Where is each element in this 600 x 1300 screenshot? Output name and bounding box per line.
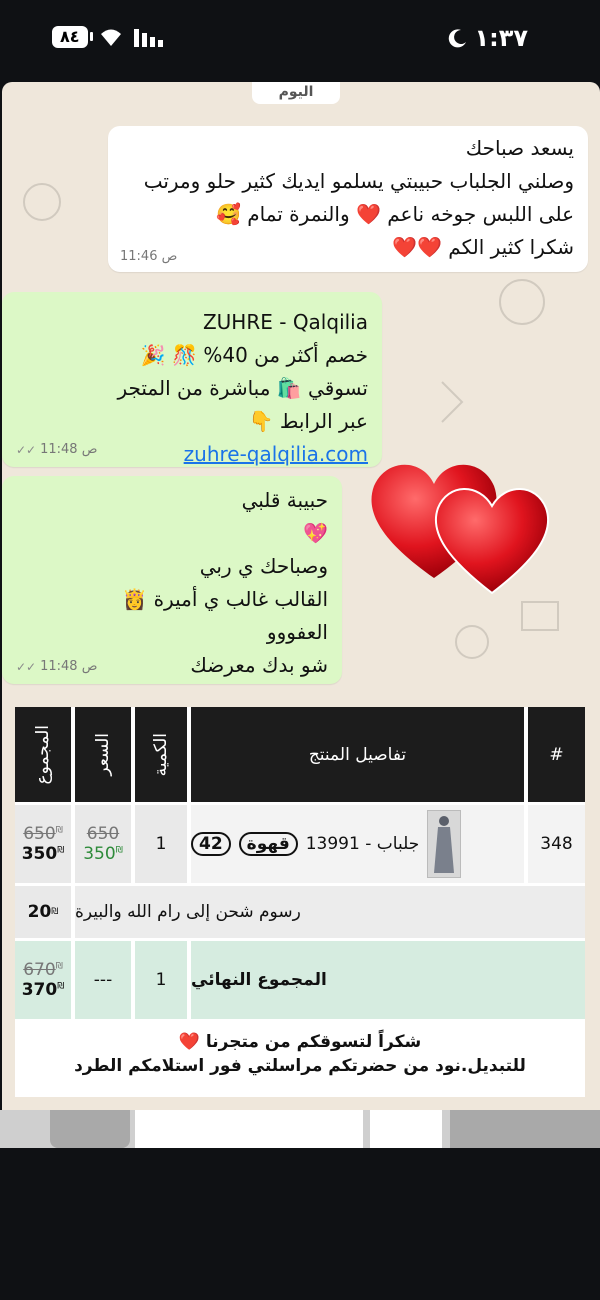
toolbar-button[interactable] [450, 1110, 600, 1148]
header-total: المجموع [15, 707, 71, 802]
message-line: حبيبة قلبي [241, 488, 328, 512]
message-meta: ✓✓ 11:48 ص [16, 659, 97, 674]
message-line: 💖 [303, 521, 328, 545]
store-link[interactable]: zuhre-qalqilia.com [117, 438, 368, 471]
toolbar-button[interactable] [50, 1110, 130, 1148]
status-bar: ٨٤ ١:٣٧ [0, 0, 600, 80]
header-price: السعر [75, 707, 131, 802]
total-old: 650₪ [23, 824, 63, 844]
message-line: عبر الرابط 👇 [248, 409, 368, 433]
message-meta: ✓✓ 11:48 ص [16, 442, 97, 457]
message-line: وصباحك ي ربي [199, 554, 328, 578]
message-line: خصم أكثر من 40% 🎊 🎉 [140, 343, 368, 367]
message-text: ZUHRE - Qalqilia خصم أكثر من 40% 🎊 🎉 تسو… [117, 306, 368, 471]
dress-icon [434, 816, 455, 873]
header-num: # [528, 707, 585, 802]
total-new: 350₪ [21, 844, 65, 864]
price-old: 650 [86, 824, 120, 844]
message-time: 11:46 ص [120, 249, 178, 264]
grand-total-new: 370₪ [21, 980, 65, 1000]
outgoing-message-bubble[interactable]: ZUHRE - Qalqilia خصم أكثر من 40% 🎊 🎉 تسو… [2, 292, 382, 467]
grand-total-price-cell: --- [75, 941, 131, 1019]
message-line: شكرا كثير الكم ❤️❤️ [392, 235, 574, 259]
message-line: العفووو [266, 620, 328, 644]
shipping-value-cell: 20 ₪ [15, 886, 71, 938]
message-line: يسعد صباحك [465, 136, 574, 160]
outgoing-message-bubble[interactable]: حبيبة قلبي 💖 وصباحك ي ربي القالب غالب ي … [2, 476, 342, 684]
grand-total-value-cell: 670₪ 370₪ [15, 941, 71, 1019]
status-time: ١:٣٧ [474, 24, 528, 52]
thanks-line-1: شكراً لتسوقكم من متجرنا ❤️ [178, 1032, 422, 1052]
product-num-cell: 348 [528, 805, 585, 883]
price-new: 350₪ [83, 844, 123, 864]
product-name: جلباب - 13991 [305, 834, 420, 854]
double-check-icon: ✓✓ [16, 659, 37, 674]
grand-total-old: 670₪ [23, 960, 63, 980]
message-text: حبيبة قلبي 💖 وصباحك ي ربي القالب غالب ي … [122, 484, 328, 682]
message-line: ZUHRE - Qalqilia [202, 310, 368, 334]
product-price-cell: 650 350₪ [75, 805, 131, 883]
message-line: القالب غالب ي أميرة 👸 [122, 587, 328, 611]
message-line: وصلني الجلباب حبيبتي يسلمو ايديك كثير حل… [143, 169, 574, 193]
shipping-label-cell: رسوم شحن إلى رام الله والبيرة [75, 886, 585, 938]
status-icons: ٨٤ [52, 26, 168, 48]
toolbar-button[interactable] [370, 1110, 442, 1148]
message-line: تسوقي 🛍️ مباشرة من المتجر [117, 376, 368, 400]
bottom-toolbar [0, 1110, 600, 1148]
signal-icon [133, 29, 163, 47]
message-time: 11:48 ص [40, 659, 98, 674]
moon-icon [449, 29, 467, 48]
message-text: يسعد صباحك وصلني الجلباب حبيبتي يسلمو اي… [144, 132, 574, 264]
grand-total-label-cell: المجموع النهائي [191, 941, 585, 1019]
double-check-icon: ✓✓ [16, 442, 37, 457]
size-tag: 42 [191, 832, 231, 856]
date-chip: اليوم [252, 82, 340, 104]
battery-icon: ٨٤ [52, 26, 93, 48]
color-tag: قهوة [238, 832, 298, 856]
toolbar-input[interactable] [135, 1110, 363, 1148]
chat-area[interactable]: اليوم يسعد صباحك وصلني الجلباب حبيبتي يس… [2, 82, 600, 1120]
grand-total-qty-cell: 1 [135, 941, 187, 1019]
header-details: تفاصيل المنتج [191, 707, 524, 802]
incoming-message-bubble[interactable]: يسعد صباحك وصلني الجلباب حبيبتي يسلمو اي… [108, 126, 588, 272]
wifi-icon [100, 29, 121, 46]
thanks-text: شكراً لتسوقكم من متجرنا ❤️ للتبديل.نود م… [0, 1030, 600, 1078]
message-time: 11:48 ص [40, 442, 98, 457]
product-qty-cell: 1 [135, 805, 187, 883]
message-line: شو بدك معرضك [190, 653, 328, 677]
status-time-group: ١:٣٧ [448, 24, 528, 52]
hearts-sticker [371, 464, 550, 595]
thanks-line-2: للتبديل.نود من حضرتكم مراسلتي فور استلام… [74, 1056, 526, 1076]
header-qty: الكمية [135, 707, 187, 802]
product-details-cell: جلباب - 13991 قهوة 42 [191, 805, 524, 883]
product-total-cell: 650₪ 350₪ [15, 805, 71, 883]
product-thumbnail [427, 810, 462, 878]
message-line: على اللبس جوخه ناعم ❤️ والنمرة تمام 🥰 [215, 202, 574, 226]
